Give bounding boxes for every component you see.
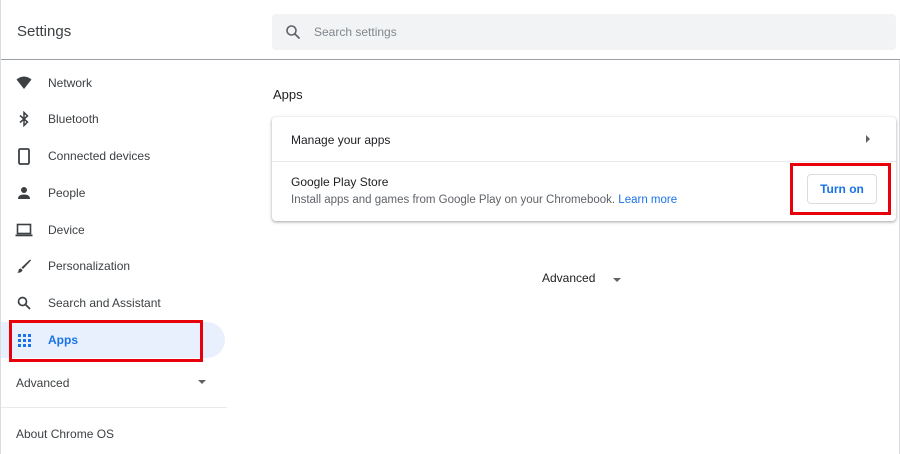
sidebar-item-label: Network: [48, 76, 93, 90]
sidebar-divider: [1, 407, 227, 408]
row-divider: [272, 161, 896, 162]
learn-more-link[interactable]: Learn more: [618, 194, 677, 206]
highlight-box-turn-on: [790, 163, 891, 215]
play-store-description: Install apps and games from Google Play …: [291, 194, 677, 206]
manage-apps-row[interactable]: Manage your apps: [272, 117, 896, 161]
section-title: Apps: [273, 87, 303, 102]
play-store-desc-text: Install apps and games from Google Play …: [291, 194, 616, 206]
search-box[interactable]: [272, 14, 896, 50]
sidebar-item-search-and-assistant[interactable]: Search and Assistant: [1, 285, 225, 321]
sidebar: Network Bluetooth Connected devices Peop…: [1, 61, 227, 454]
play-store-title: Google Play Store: [291, 175, 389, 189]
sidebar-item-label: Bluetooth: [48, 112, 99, 126]
highlight-box-apps: [9, 320, 203, 362]
sidebar-item-about[interactable]: About Chrome OS: [16, 427, 114, 441]
sidebar-item-label: Search and Assistant: [48, 296, 161, 310]
sidebar-item-label: Connected devices: [48, 149, 151, 163]
chevron-down-icon[interactable]: [613, 278, 621, 282]
sidebar-item-device[interactable]: Device: [1, 212, 225, 248]
phone-icon: [15, 147, 33, 165]
sidebar-item-personalization[interactable]: Personalization: [1, 248, 225, 284]
wifi-icon: [15, 74, 33, 92]
sidebar-item-network[interactable]: Network: [1, 65, 225, 101]
laptop-icon: [15, 221, 33, 239]
search-input[interactable]: [314, 14, 874, 50]
search-icon: [15, 294, 33, 312]
bluetooth-icon: [15, 110, 33, 128]
sidebar-item-people[interactable]: People: [1, 175, 225, 211]
search-icon: [286, 25, 300, 39]
chevron-right-icon: [866, 135, 870, 143]
header-bar: Settings: [1, 0, 900, 60]
sidebar-item-bluetooth[interactable]: Bluetooth: [1, 101, 225, 137]
manage-apps-label: Manage your apps: [291, 133, 391, 147]
sidebar-item-label: People: [48, 186, 86, 200]
sidebar-item-label: Device: [48, 223, 85, 237]
app-title: Settings: [17, 23, 72, 40]
main-advanced-toggle[interactable]: Advanced: [542, 271, 595, 285]
sidebar-advanced-toggle[interactable]: Advanced: [1, 364, 225, 400]
chevron-down-icon: [198, 380, 206, 384]
sidebar-item-connected-devices[interactable]: Connected devices: [1, 138, 225, 174]
brush-icon: [15, 257, 33, 275]
sidebar-item-label: Personalization: [48, 259, 131, 273]
sidebar-advanced-label: Advanced: [16, 376, 70, 390]
person-icon: [15, 184, 33, 202]
